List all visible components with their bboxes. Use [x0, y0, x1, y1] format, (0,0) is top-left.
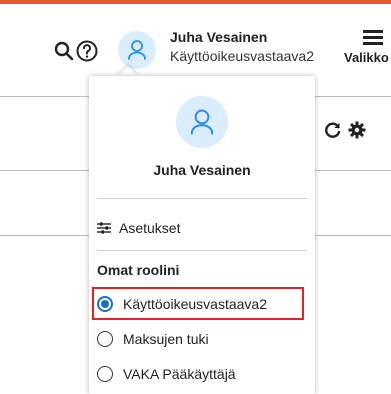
role-label: VAKA Pääkäyttäjä: [123, 366, 236, 382]
help-icon[interactable]: [74, 38, 100, 64]
gear-icon[interactable]: [347, 120, 367, 140]
header-user-name[interactable]: Juha Vesainen: [170, 29, 267, 45]
role-option[interactable]: Maksujen tuki: [97, 327, 209, 351]
hamburger-menu-icon: [363, 30, 383, 46]
role-option[interactable]: VAKA Pääkäyttäjä: [97, 362, 236, 386]
dropdown-divider: [97, 250, 307, 251]
settings-label: Asetukset: [119, 220, 181, 236]
refresh-icon[interactable]: [323, 120, 343, 140]
radio-unselected[interactable]: [97, 366, 113, 382]
menu-button[interactable]: Valikko: [340, 30, 391, 70]
role-label: Maksujen tuki: [123, 331, 209, 347]
selected-role-highlight: [92, 287, 304, 320]
menu-label: Valikko: [344, 50, 389, 65]
dropdown-avatar: [176, 96, 228, 148]
user-icon: [190, 109, 214, 135]
user-dropdown-menu: Juha Vesainen Asetukset Omat roolini Käy…: [89, 76, 315, 394]
roles-heading: Omat roolini: [97, 262, 180, 278]
radio-unselected[interactable]: [97, 331, 113, 347]
sliders-icon: [97, 222, 111, 234]
dropdown-divider: [97, 198, 307, 199]
app-header: Juha Vesainen Käyttöoikeusvastaava2 Vali…: [0, 4, 391, 86]
user-icon: [128, 40, 146, 60]
user-avatar[interactable]: [118, 31, 156, 69]
settings-menu-item[interactable]: Asetukset: [97, 216, 307, 240]
dropdown-user-name: Juha Vesainen: [153, 162, 251, 178]
search-icon[interactable]: [52, 39, 76, 63]
header-user-role[interactable]: Käyttöoikeusvastaava2: [170, 48, 314, 64]
